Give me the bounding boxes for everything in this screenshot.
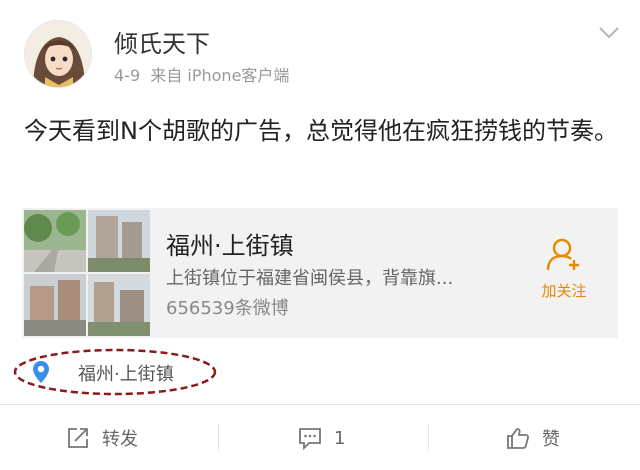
chevron-down-icon[interactable] [598,26,620,40]
action-separator [428,423,429,451]
card-post-count: 656539条微博 [166,298,289,319]
post-header: 倾氏天下 4-9 来自 iPhone客户端 [0,0,640,100]
comment-count: 1 [334,427,346,449]
location-label: 福州·上街镇 [78,364,174,385]
username[interactable]: 倾氏天下 [114,24,210,59]
add-user-icon [546,238,579,271]
follow-label: 加关注 [541,282,587,300]
repost-label: 转发 [102,429,138,450]
post-meta: 4-9 来自 iPhone客户端 [114,62,289,86]
avatar[interactable] [24,20,92,88]
location-thumbnail [24,210,150,336]
location-card[interactable]: 福州·上街镇 上街镇位于福建省闽侯县，背靠旗... 656539条微博 加关注 [22,208,618,338]
comment-icon [299,428,321,450]
action-bar: 转发 1 赞 [0,405,640,470]
location-tag[interactable]: 福州·上街镇 [12,347,218,397]
follow-button[interactable]: 加关注 [534,238,594,310]
like-label: 赞 [542,429,560,450]
card-title: 福州·上街镇 [166,232,294,260]
action-separator [218,423,219,451]
post-source: 来自 iPhone客户端 [150,66,290,85]
repost-icon [68,428,88,448]
like-button[interactable]: 赞 [506,425,560,451]
post-text: 今天看到N个胡歌的广告，总觉得他在疯狂捞钱的节奏。 [24,117,618,145]
location-pin-icon [33,361,49,383]
comment-button[interactable]: 1 [298,425,345,451]
card-description: 上街镇位于福建省闽侯县，背靠旗... [166,268,454,289]
thumbs-up-icon [507,428,529,449]
repost-button[interactable]: 转发 [66,425,138,451]
post-date: 4-9 [114,66,141,85]
